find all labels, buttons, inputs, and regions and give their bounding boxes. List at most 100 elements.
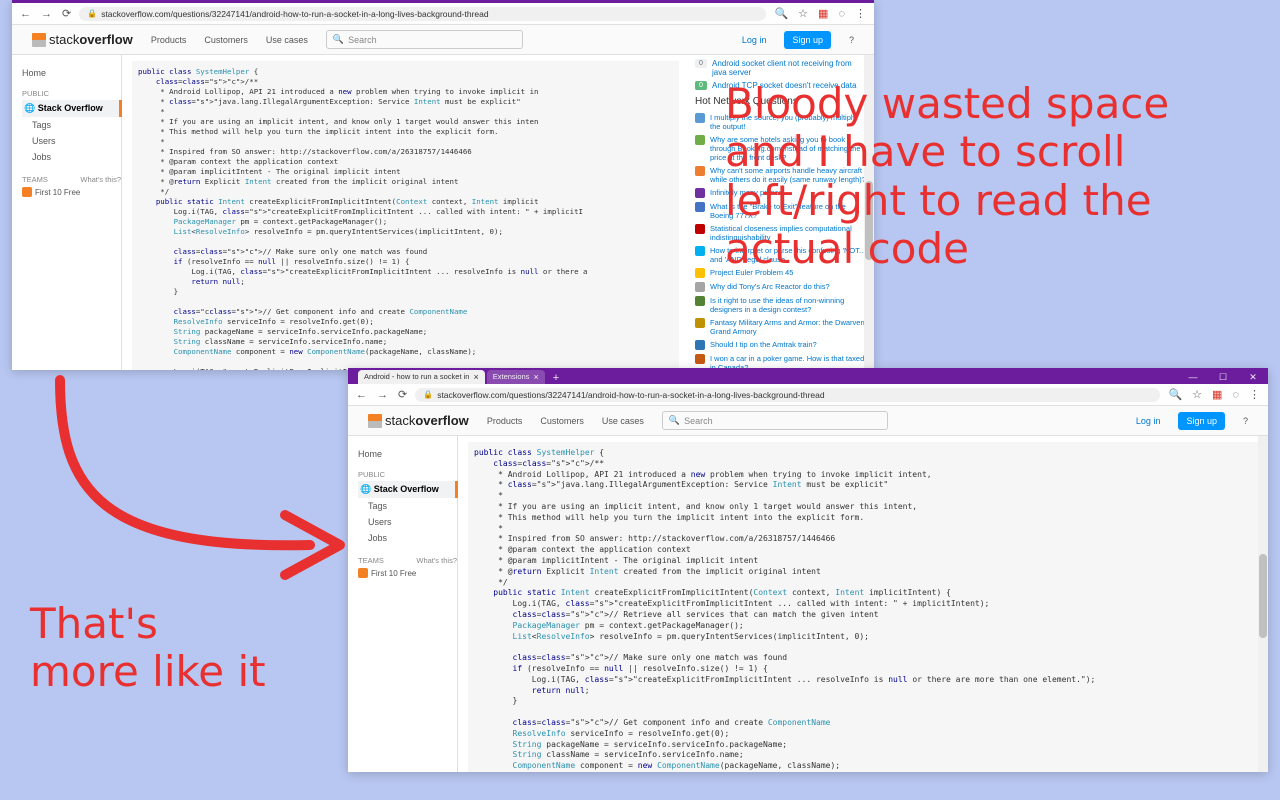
tab-title: Extensions [493, 370, 530, 384]
hnq-item[interactable]: Is it right to use the ideas of non-winn… [695, 296, 868, 314]
reload-icon[interactable]: ⟳ [60, 7, 73, 20]
so-search[interactable]: 🔍 Search [662, 411, 888, 430]
sidebar-users[interactable]: Users [22, 133, 121, 149]
sidebar-jobs[interactable]: Jobs [358, 530, 457, 546]
profile-icon[interactable]: ◌ [1230, 389, 1241, 401]
hnq-link[interactable]: Project Euler Problem 45 [710, 268, 793, 278]
sidebar-tags[interactable]: Tags [22, 117, 121, 133]
minimize-icon[interactable]: — [1178, 370, 1208, 384]
hnq-link[interactable]: I multiply the source, you (probably) mu… [710, 113, 868, 131]
site-icon [695, 296, 705, 306]
hnq-item[interactable]: Statistical closeness implies computatio… [695, 224, 868, 242]
sidebar-home[interactable]: Home [22, 65, 121, 81]
maximize-icon[interactable]: ☐ [1208, 370, 1238, 384]
back-icon[interactable]: ← [18, 8, 33, 20]
back-icon[interactable]: ← [354, 389, 369, 401]
hnq-link[interactable]: Why did Tony's Arc Reactor do this? [710, 282, 830, 292]
sidebar-tags[interactable]: Tags [358, 498, 457, 514]
close-icon[interactable]: ✕ [1238, 370, 1268, 384]
so-search[interactable]: 🔍 Search [326, 30, 523, 49]
hnq-link[interactable]: Statistical closeness implies computatio… [710, 224, 868, 242]
sidebar-first10[interactable]: First 10 Free [22, 187, 121, 197]
so-logo[interactable]: stackoverflow [32, 32, 133, 47]
help-icon[interactable]: ? [849, 35, 854, 45]
browser-toolbar: ← → ⟳ 🔒 stackoverflow.com/questions/3224… [348, 384, 1268, 406]
sidebar-whats-this[interactable]: What's this? [416, 556, 457, 565]
sidebar-first10[interactable]: First 10 Free [358, 568, 457, 578]
reload-icon[interactable]: ⟳ [396, 388, 409, 401]
sidebar-jobs[interactable]: Jobs [22, 149, 121, 165]
hnq-link[interactable]: Is it right to use the ideas of non-winn… [710, 296, 868, 314]
browser-tab-active[interactable]: Android - how to run a socket in × [358, 370, 485, 384]
hnq-item[interactable]: I multiply the source, you (probably) mu… [695, 113, 868, 131]
login-link[interactable]: Log in [1136, 416, 1161, 426]
scrollbar[interactable] [864, 55, 874, 370]
sidebar-users[interactable]: Users [358, 514, 457, 530]
profile-icon[interactable]: ◌ [836, 8, 847, 20]
hnq-item[interactable]: Project Euler Problem 45 [695, 268, 868, 278]
hnq-link[interactable]: Why are some hotels asking you to book t… [710, 135, 868, 162]
nav-products[interactable]: Products [151, 35, 187, 45]
tab-strip: Android - how to run a socket in × Exten… [348, 368, 1268, 384]
close-tab-icon[interactable]: × [473, 370, 478, 384]
sidebar-teams-label: TEAMS [358, 556, 384, 565]
search-icon: 🔍 [669, 415, 680, 426]
forward-icon[interactable]: → [375, 389, 390, 401]
signup-button[interactable]: Sign up [1178, 412, 1225, 430]
new-tab-icon[interactable]: + [547, 372, 565, 384]
hnq-item[interactable]: What is the "Brake to Exit" feature on t… [695, 202, 868, 220]
hnq-item[interactable]: Should I tip on the Amtrak train? [695, 340, 868, 350]
extension-icon[interactable]: ▦ [1210, 388, 1224, 401]
hnq-item[interactable]: Infinitely many primes [695, 188, 868, 198]
nav-customers[interactable]: Customers [204, 35, 248, 45]
signup-button[interactable]: Sign up [784, 31, 831, 49]
hnq-link[interactable]: How to interpret or parse this confusing… [710, 246, 868, 264]
browser-tab[interactable]: Extensions × [487, 370, 545, 384]
hnq-link[interactable]: Infinitely many primes [710, 188, 783, 198]
search-icon[interactable]: 🔍 [1166, 388, 1184, 401]
linked-question[interactable]: 0 Android socket client not receiving fr… [695, 59, 868, 77]
nav-usecases[interactable]: Use cases [602, 416, 644, 426]
scrollbar-thumb[interactable] [865, 181, 873, 260]
scrollbar[interactable] [1258, 436, 1268, 772]
scrollbar-thumb[interactable] [1259, 554, 1267, 638]
site-icon [695, 135, 705, 145]
menu-icon[interactable]: ⋮ [853, 7, 868, 20]
nav-customers[interactable]: Customers [540, 416, 584, 426]
linked-link[interactable]: Android socket client not receiving from… [712, 59, 868, 77]
code-block[interactable]: public class SystemHelper { class=class=… [132, 61, 679, 370]
login-link[interactable]: Log in [742, 35, 767, 45]
linked-question[interactable]: 0 Android TCP socket doesn't receive dat… [695, 81, 868, 90]
so-main: public class SystemHelper { class=class=… [458, 436, 1268, 772]
hnq-item[interactable]: Fantasy Military Arms and Armor: the Dwa… [695, 318, 868, 336]
code-block[interactable]: public class SystemHelper { class=class=… [468, 442, 1258, 772]
search-icon[interactable]: 🔍 [772, 7, 790, 20]
star-icon[interactable]: ☆ [796, 7, 810, 20]
extension-icon[interactable]: ▦ [816, 7, 830, 20]
close-tab-icon[interactable]: × [533, 370, 538, 384]
sidebar-stackoverflow[interactable]: 🌐 Stack Overflow [22, 100, 122, 117]
sidebar-whats-this[interactable]: What's this? [80, 175, 121, 184]
nav-usecases[interactable]: Use cases [266, 35, 308, 45]
hnq-item[interactable]: Why are some hotels asking you to book t… [695, 135, 868, 162]
hnq-item[interactable]: How to interpret or parse this confusing… [695, 246, 868, 264]
hnq-link[interactable]: What is the "Brake to Exit" feature on t… [710, 202, 868, 220]
hnq-item[interactable]: Why did Tony's Arc Reactor do this? [695, 282, 868, 292]
hnq-item[interactable]: Why can't some airports handle heavy air… [695, 166, 868, 184]
hnq-link[interactable]: Fantasy Military Arms and Armor: the Dwa… [710, 318, 868, 336]
nav-products[interactable]: Products [487, 416, 523, 426]
sidebar-home[interactable]: Home [358, 446, 457, 462]
hnq-link[interactable]: Should I tip on the Amtrak train? [710, 340, 817, 350]
linked-link[interactable]: Android TCP socket doesn't receive data [712, 81, 856, 90]
url-bar[interactable]: 🔒 stackoverflow.com/questions/32247141/a… [79, 7, 766, 21]
so-logo[interactable]: stackoverflow [368, 413, 469, 428]
forward-icon[interactable]: → [39, 8, 54, 20]
menu-icon[interactable]: ⋮ [1247, 388, 1262, 401]
linked-score: 0 [695, 59, 707, 68]
star-icon[interactable]: ☆ [1190, 388, 1204, 401]
annotation-bottom: That'smore like it [30, 600, 350, 697]
hnq-link[interactable]: Why can't some airports handle heavy air… [710, 166, 868, 184]
url-bar[interactable]: 🔒 stackoverflow.com/questions/32247141/a… [415, 388, 1160, 402]
help-icon[interactable]: ? [1243, 416, 1248, 426]
sidebar-stackoverflow[interactable]: 🌐 Stack Overflow [358, 481, 458, 498]
